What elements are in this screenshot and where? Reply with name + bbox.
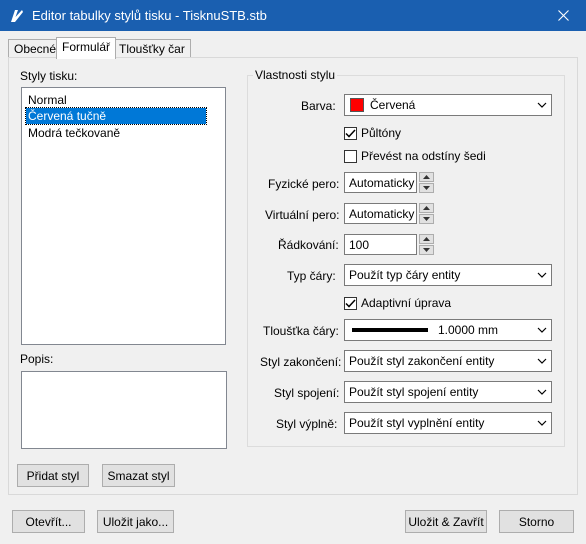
physical-pen-input[interactable]: Automaticky <box>344 172 417 193</box>
grayscale-checkbox-row[interactable]: Převést na odstíny šedi <box>344 149 486 163</box>
save-close-button[interactable]: Uložit & Zavřít <box>405 510 487 533</box>
grayscale-checkbox[interactable] <box>344 149 357 163</box>
spin-up-icon[interactable] <box>419 172 434 182</box>
tab-general[interactable]: Obecné <box>8 39 63 58</box>
line-join-value: Použít styl spojení entity <box>349 385 479 399</box>
delete-style-button[interactable]: Smazat styl <box>102 464 175 487</box>
linetype-value: Použít typ čáry entity <box>349 268 461 282</box>
halftones-label: Půltóny <box>361 126 402 140</box>
linetype-label: Typ čáry: <box>287 269 336 283</box>
cancel-button[interactable]: Storno <box>499 510 574 533</box>
spin-up-icon[interactable] <box>419 234 434 244</box>
screening-label: Řádkování: <box>278 238 339 252</box>
line-join-label: Styl spojení: <box>274 386 340 400</box>
line-join-select[interactable]: Použít styl spojení entity <box>344 381 552 403</box>
virtual-pen-spinner[interactable] <box>419 203 434 224</box>
description-textarea[interactable] <box>21 371 227 449</box>
lineweight-label: Tloušťka čáry: <box>263 324 339 338</box>
title-bar: Editor tabulky stylů tisku - TisknuSTB.s… <box>0 0 586 31</box>
chevron-down-icon <box>533 358 551 364</box>
grayscale-label: Převést na odstíny šedi <box>361 149 486 163</box>
color-swatch <box>350 98 364 112</box>
chevron-down-icon <box>533 389 551 395</box>
list-item[interactable]: Normal <box>26 92 69 108</box>
physical-pen-spinner[interactable] <box>419 172 434 193</box>
spin-down-icon[interactable] <box>419 245 434 255</box>
halftones-checkbox-row[interactable]: Půltóny <box>344 126 401 140</box>
line-end-label: Styl zakončení: <box>260 355 342 369</box>
screening-spinner[interactable] <box>419 234 434 255</box>
chevron-down-icon <box>533 272 551 278</box>
description-label: Popis: <box>20 352 54 366</box>
virtual-pen-input[interactable]: Automaticky <box>344 203 417 224</box>
color-select[interactable]: Červená <box>344 94 552 116</box>
spin-down-icon[interactable] <box>419 214 434 224</box>
add-style-button[interactable]: Přidat styl <box>17 464 89 487</box>
tab-panel-form: Styly tisku: Normal Červená tučně Modrá … <box>8 57 578 495</box>
close-icon <box>557 10 569 21</box>
lineweight-select[interactable]: 1.0000 mm <box>344 319 552 341</box>
color-label: Barva: <box>301 99 336 113</box>
spin-down-icon[interactable] <box>419 183 434 193</box>
list-item[interactable]: Modrá tečkovaně <box>26 125 122 141</box>
app-logo-icon <box>11 10 23 22</box>
color-value: Červená <box>370 98 416 112</box>
chevron-down-icon <box>533 420 551 426</box>
lineweight-value: 1.0000 mm <box>438 323 499 337</box>
open-button[interactable]: Otevřít... <box>12 510 85 533</box>
tab-form[interactable]: Formulář <box>56 37 117 59</box>
fill-style-label: Styl výplně: <box>276 417 338 431</box>
tab-lineweights[interactable]: Tloušťky čar <box>113 39 191 58</box>
adaptive-checkbox[interactable] <box>344 296 357 310</box>
save-as-button[interactable]: Uložit jako... <box>97 510 174 533</box>
styles-label: Styly tisku: <box>20 69 78 83</box>
line-end-select[interactable]: Použít styl zakončení entity <box>344 350 552 372</box>
screening-input[interactable]: 100 <box>344 234 417 255</box>
close-button[interactable] <box>540 0 586 31</box>
chevron-down-icon <box>533 102 551 108</box>
styles-listbox[interactable]: Normal Červená tučně Modrá tečkovaně <box>21 87 226 345</box>
adaptive-label: Adaptivní úprava <box>361 296 452 310</box>
virtual-pen-label: Virtuální pero: <box>265 208 340 222</box>
chevron-down-icon <box>533 327 551 333</box>
group-title: Vlastnosti stylu <box>253 68 338 82</box>
adaptive-checkbox-row[interactable]: Adaptivní úprava <box>344 296 451 310</box>
window-title: Editor tabulky stylů tisku - TisknuSTB.s… <box>32 8 267 23</box>
lineweight-preview <box>352 328 428 332</box>
list-item-selected[interactable]: Červená tučně <box>25 107 207 125</box>
line-end-value: Použít styl zakončení entity <box>349 354 495 368</box>
linetype-select[interactable]: Použít typ čáry entity <box>344 264 552 286</box>
fill-style-select[interactable]: Použít styl vyplnění entity <box>344 412 552 434</box>
fill-style-value: Použít styl vyplnění entity <box>349 416 485 430</box>
spin-up-icon[interactable] <box>419 203 434 213</box>
halftones-checkbox[interactable] <box>344 126 357 140</box>
physical-pen-label: Fyzické pero: <box>268 177 340 191</box>
